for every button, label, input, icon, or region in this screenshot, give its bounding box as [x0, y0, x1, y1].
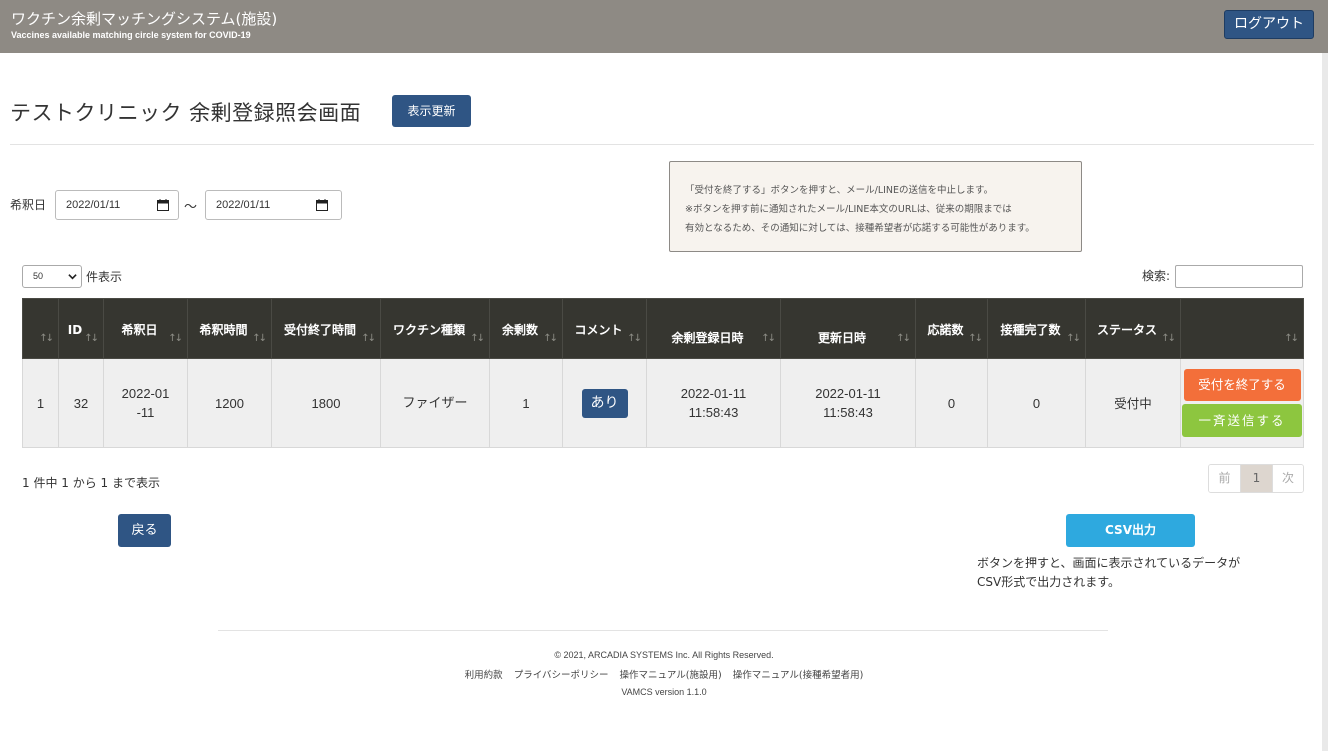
cell-vaccine-type: ファイザー: [380, 358, 490, 448]
chevron-down-icon: [68, 274, 77, 280]
cell-completed: 0: [987, 358, 1086, 448]
search-input[interactable]: [1175, 265, 1303, 288]
registered-time: 11:58:43: [688, 405, 739, 420]
column-header-accepted[interactable]: 応諾数 ↑↓: [915, 298, 988, 359]
cell-accept-end-time: 1800: [271, 358, 381, 448]
refresh-button[interactable]: 表示更新: [392, 95, 471, 127]
sort-icon[interactable]: ↑↓: [168, 330, 183, 348]
sort-icon[interactable]: ↑↓: [896, 330, 911, 348]
date-to-value: 2022/01/11: [216, 199, 271, 211]
sort-icon[interactable]: ↑↓: [761, 330, 776, 348]
date-from-input[interactable]: 2022/01/11: [55, 190, 179, 220]
version-text: VAMCS version 1.1.0: [621, 687, 707, 697]
footer-link-manual-applicant[interactable]: 操作マニュアル(接種希望者用): [733, 670, 864, 681]
per-page-value: 50: [33, 271, 44, 281]
pagination: 前 1 次: [1208, 464, 1304, 493]
cell-updated: 2022-01-11 11:58:43: [780, 358, 916, 448]
column-header-updated[interactable]: 更新日時 ↑↓: [780, 298, 916, 359]
column-header-comment[interactable]: コメント ↑↓: [562, 298, 647, 359]
sort-icon[interactable]: ↑↓: [470, 330, 485, 348]
calendar-icon[interactable]: [316, 199, 328, 211]
sort-icon[interactable]: ↑↓: [627, 330, 642, 348]
cell-comment: あり: [562, 358, 647, 448]
csv-note: ボタンを押すと、画面に表示されているデータが CSV形式で出力されます。: [977, 554, 1240, 592]
cell-no: 1: [22, 358, 59, 448]
pager-next[interactable]: 次: [1273, 465, 1303, 492]
sort-icon[interactable]: ↑↓: [39, 330, 54, 348]
page-title: テストクリニック 余剰登録照会画面: [10, 101, 362, 125]
divider: [10, 144, 1314, 145]
updated-date: 2022-01-11: [815, 386, 881, 401]
cell-id: 32: [58, 358, 104, 448]
page-scrollbar[interactable]: [1322, 53, 1328, 751]
cell-dilution-date: 2022-01-11: [103, 358, 188, 448]
column-header-surplus[interactable]: 余剰数 ↑↓: [489, 298, 563, 359]
dilution-date-label: 希釈日: [10, 198, 47, 212]
dilution-date-text: 2022-01-11: [121, 386, 170, 420]
column-header-id[interactable]: ID ↑↓: [58, 298, 104, 359]
search-label: 検索:: [1142, 269, 1171, 283]
top-header: ワクチン余剰マッチングシステム(施設) Vaccines available m…: [0, 0, 1328, 53]
broadcast-button[interactable]: 一斉送信する: [1182, 404, 1302, 437]
registered-date: 2022-01-11: [680, 386, 747, 401]
footer-link-manual-facility[interactable]: 操作マニュアル(施設用): [620, 670, 722, 681]
column-header-status[interactable]: ステータス ↑↓: [1085, 298, 1181, 359]
sort-icon[interactable]: ↑↓: [252, 330, 267, 348]
cell-dilution-time: 1200: [187, 358, 272, 448]
cell-status: 受付中: [1085, 358, 1181, 448]
pager-prev[interactable]: 前: [1209, 465, 1241, 492]
sort-icon[interactable]: ↑↓: [1161, 330, 1176, 348]
updated-time: 11:58:43: [823, 405, 873, 420]
csv-note-line: CSV形式で出力されます。: [977, 575, 1121, 589]
per-page-select[interactable]: 50: [22, 265, 82, 288]
column-header-actions[interactable]: ↑↓: [1180, 298, 1304, 359]
cell-surplus: 1: [489, 358, 563, 448]
column-header-completed[interactable]: 接種完了数 ↑↓: [987, 298, 1086, 359]
sort-icon[interactable]: ↑↓: [543, 330, 558, 348]
table-header-row: ↑↓ ID ↑↓ 希釈日 ↑↓ 希釈時間 ↑↓ 受付終了時間 ↑↓ ワクチン種類 ↑↓ 余…: [22, 298, 1304, 359]
footer-links: 利用約款 プライバシーポリシー 操作マニュアル(施設用) 操作マニュアル(接種希…: [0, 667, 1328, 681]
cell-accepted: 0: [915, 358, 988, 448]
column-header-dilution-time[interactable]: 希釈時間 ↑↓: [187, 298, 272, 359]
per-page-label: 件表示: [86, 270, 123, 284]
copyright: © 2021, ARCADIA SYSTEMS Inc. All Rights …: [554, 650, 774, 660]
logout-button[interactable]: ログアウト: [1224, 10, 1314, 39]
surplus-table: ↑↓ ID ↑↓ 希釈日 ↑↓ 希釈時間 ↑↓ 受付終了時間 ↑↓ ワクチン種類 ↑↓ 余…: [22, 298, 1304, 448]
cell-registered: 2022-01-11 11:58:43: [646, 358, 781, 448]
sort-icon[interactable]: ↑↓: [361, 330, 376, 348]
sort-icon[interactable]: ↑↓: [968, 330, 983, 348]
sort-icon[interactable]: ↑↓: [1066, 330, 1081, 348]
footer-divider: [218, 630, 1108, 631]
column-header[interactable]: ↑↓: [22, 298, 59, 359]
footer-link-privacy[interactable]: プライバシーポリシー: [514, 670, 609, 681]
notice-line: 有効となるため、その通知に対しては、接種希望者が応諾する可能性があります。: [685, 223, 1035, 234]
notice-box: 「受付を終了する」ボタンを押すと、メール/LINEの送信を中止します。 ※ボタン…: [669, 161, 1082, 252]
table-summary: 1 件中 1 から 1 まで表示: [22, 476, 160, 490]
cell-actions: 受付を終了する 一斉送信する: [1180, 358, 1304, 448]
back-button[interactable]: 戻る: [118, 514, 171, 547]
table-row: 1 32 2022-01-11 1200 1800 ファイザー 1 あり 202…: [22, 358, 1304, 448]
csv-export-button[interactable]: CSV出力: [1066, 514, 1195, 547]
sort-icon[interactable]: ↑↓: [84, 330, 99, 348]
date-separator: ～: [184, 200, 198, 215]
csv-note-line: ボタンを押すと、画面に表示されているデータが: [977, 556, 1241, 570]
app-subtitle: Vaccines available matching circle syste…: [11, 30, 251, 40]
app-title: ワクチン余剰マッチングシステム(施設): [11, 10, 278, 28]
end-acceptance-button[interactable]: 受付を終了する: [1183, 369, 1301, 401]
comment-button[interactable]: あり: [581, 388, 628, 418]
column-header-dilution-date[interactable]: 希釈日 ↑↓: [103, 298, 188, 359]
pager-page[interactable]: 1: [1241, 465, 1273, 492]
footer-link-terms[interactable]: 利用約款: [465, 670, 503, 681]
date-to-input[interactable]: 2022/01/11: [205, 190, 342, 220]
date-from-value: 2022/01/11: [66, 199, 121, 211]
sort-icon[interactable]: ↑↓: [1284, 330, 1299, 348]
calendar-icon[interactable]: [157, 199, 169, 211]
notice-line: 「受付を終了する」ボタンを押すと、メール/LINEの送信を中止します。: [685, 185, 994, 196]
column-header-vaccine-type[interactable]: ワクチン種類 ↑↓: [380, 298, 490, 359]
column-header-registered[interactable]: 余剰登録日時 ↑↓: [646, 298, 781, 359]
notice-line: ※ボタンを押す前に通知されたメール/LINE本文のURLは、従来の期限までは: [685, 204, 1012, 215]
column-header-accept-end-time[interactable]: 受付終了時間 ↑↓: [271, 298, 381, 359]
